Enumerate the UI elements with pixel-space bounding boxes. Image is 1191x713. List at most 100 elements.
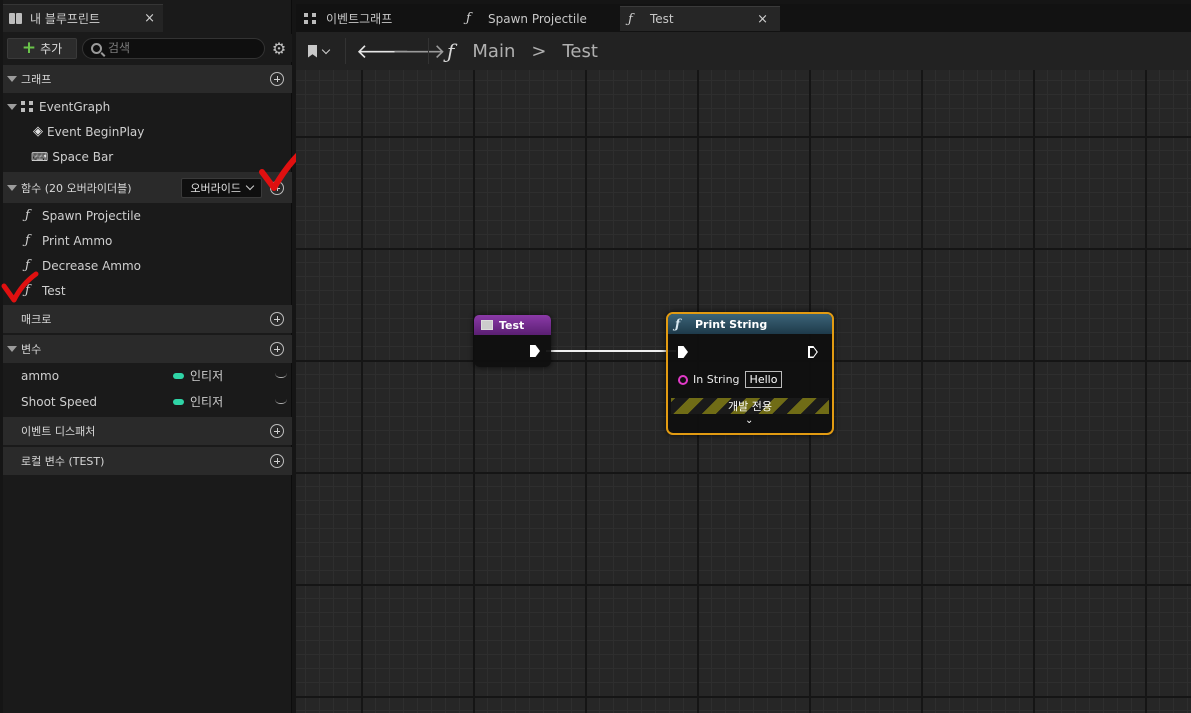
close-icon[interactable]: × (144, 11, 155, 26)
expand-chevron-icon[interactable]: ⌄ (745, 415, 753, 426)
entry-node-header[interactable]: Test (474, 315, 551, 335)
function-label: Test (42, 283, 66, 298)
add-macro-icon[interactable] (270, 312, 284, 326)
function-icon: ƒ (466, 11, 471, 26)
graph-item-spacebar[interactable]: ⌨ Space Bar (3, 144, 292, 169)
entry-node-title: Test (499, 318, 525, 332)
override-dropdown[interactable]: 오버라이드 (181, 177, 262, 198)
function-label: Print Ammo (42, 233, 113, 248)
function-icon: ƒ (25, 208, 30, 223)
variable-type[interactable]: 인티저 (173, 393, 223, 410)
print-string-title: Print String (695, 317, 768, 331)
book-icon (9, 13, 22, 24)
event-diamond-icon: ◈ (33, 124, 43, 139)
section-variables[interactable]: 변수 (3, 335, 292, 363)
graph-item-label: Event BeginPlay (47, 124, 145, 139)
toolbar-divider (428, 38, 429, 64)
add-variable-icon[interactable] (270, 342, 284, 356)
graph-item-label: Space Bar (52, 149, 114, 164)
my-blueprint-tab[interactable]: 내 블루프린트 × (3, 4, 163, 32)
graph-item-beginplay[interactable]: ◈ Event BeginPlay (3, 119, 292, 144)
chevron-down-icon (245, 181, 255, 191)
variable-type[interactable]: 인티저 (173, 367, 223, 384)
plus-icon: + (21, 37, 37, 58)
my-blueprint-panel: 내 블루프린트 × + 추가 ⚙ 그래프 EventGraph (3, 0, 292, 713)
tab-title: 내 블루프린트 (30, 12, 101, 26)
search-input[interactable] (108, 41, 248, 55)
add-button[interactable]: + 추가 (7, 37, 77, 59)
collapse-arrow-icon[interactable] (7, 76, 17, 82)
breadcrumb-separator: > (531, 40, 547, 62)
tab-label: Spawn Projectile (488, 11, 587, 26)
bookmark-icon (308, 44, 317, 58)
section-graph-label: 그래프 (21, 73, 52, 86)
section-functions[interactable]: 함수 (20 오버라이더블) 오버라이드 (3, 172, 292, 203)
function-item[interactable]: ƒ Decrease Ammo (3, 253, 292, 278)
exec-in-pin[interactable] (678, 346, 688, 358)
panel-toolbar: + 추가 ⚙ (3, 34, 292, 62)
in-string-value[interactable]: Hello (744, 371, 783, 388)
function-item[interactable]: ƒ Print Ammo (3, 228, 292, 253)
eye-closed-icon[interactable] (275, 399, 287, 404)
function-item[interactable]: ƒ Spawn Projectile (3, 203, 292, 228)
red-check-annotation-icon (1, 271, 39, 303)
add-graph-icon[interactable] (270, 72, 284, 86)
keyboard-icon: ⌨ (31, 149, 49, 164)
section-dispatchers-label: 이벤트 디스패처 (21, 425, 96, 438)
function-icon: ƒ (447, 39, 455, 63)
section-dispatchers[interactable]: 이벤트 디스패처 (3, 417, 292, 445)
integer-pill-icon (173, 372, 184, 379)
close-icon[interactable]: × (757, 12, 768, 27)
graph-item-eventgraph[interactable]: EventGraph (3, 94, 292, 119)
function-icon: ƒ (25, 233, 30, 248)
string-pin-icon[interactable] (678, 374, 688, 385)
function-item[interactable]: ƒ Test (3, 278, 292, 303)
tab-label: 이벤트그래프 (326, 12, 393, 26)
variable-item[interactable]: ammo 인티저 (3, 363, 292, 388)
print-string-node[interactable]: ƒ Print String In String Hello 개발 전용 ⌄ (666, 312, 834, 435)
section-functions-label: 함수 (20 오버라이더블) (21, 181, 132, 195)
breadcrumb-current: Test (562, 40, 598, 62)
eye-closed-icon[interactable] (275, 373, 287, 378)
chevron-down-icon (321, 45, 331, 54)
graph-item-label: EventGraph (39, 99, 111, 114)
tab-event-graph[interactable]: 이벤트그래프 (296, 6, 456, 31)
integer-pill-icon (173, 398, 184, 405)
section-local-variables[interactable]: 로컬 변수 (TEST) (3, 447, 292, 475)
collapse-arrow-icon[interactable] (7, 184, 17, 191)
section-local-variables-label: 로컬 변수 (TEST) (21, 455, 105, 468)
search-icon (91, 42, 102, 54)
exec-out-pin[interactable] (808, 346, 818, 358)
tab-spawn-projectile[interactable]: ƒ Spawn Projectile (458, 6, 618, 31)
tab-label: Test (650, 12, 674, 26)
search-box[interactable] (82, 37, 265, 59)
entry-node[interactable]: Test (474, 315, 551, 367)
tab-test[interactable]: ƒ Test × (620, 6, 780, 31)
function-icon: ƒ (675, 317, 681, 331)
add-dispatcher-icon[interactable] (270, 424, 284, 438)
back-arrow-icon[interactable]: 🡐 (356, 39, 410, 63)
forward-arrow-icon[interactable]: 🡒 (392, 39, 446, 63)
collapse-arrow-icon[interactable] (7, 103, 17, 110)
section-macros-label: 매크로 (21, 313, 52, 326)
graph-toolbar: 🡐 🡒 ƒ Main > Test (296, 32, 1191, 70)
exec-out-pin[interactable] (530, 345, 540, 357)
section-macros[interactable]: 매크로 (3, 305, 292, 333)
toolbar-divider (345, 38, 346, 64)
function-entry-icon (481, 320, 493, 330)
gear-icon[interactable]: ⚙ (270, 39, 288, 58)
function-label: Spawn Projectile (42, 208, 141, 223)
variable-item[interactable]: Shoot Speed 인티저 (3, 389, 292, 414)
section-graph[interactable]: 그래프 (3, 65, 292, 93)
in-string-label: In String (693, 373, 740, 386)
add-local-variable-icon[interactable] (270, 454, 284, 468)
variable-name: Shoot Speed (21, 394, 98, 409)
breadcrumb-main[interactable]: Main (472, 41, 515, 62)
function-icon: ƒ (628, 11, 633, 27)
section-variables-label: 변수 (21, 343, 42, 356)
graph-canvas[interactable]: Test ƒ Print String In String Hello 개발 전… (296, 70, 1191, 713)
collapse-arrow-icon[interactable] (7, 346, 17, 352)
bookmark-dropdown[interactable] (302, 44, 335, 58)
variable-name: ammo (21, 368, 60, 383)
print-string-header[interactable]: ƒ Print String (668, 314, 832, 334)
